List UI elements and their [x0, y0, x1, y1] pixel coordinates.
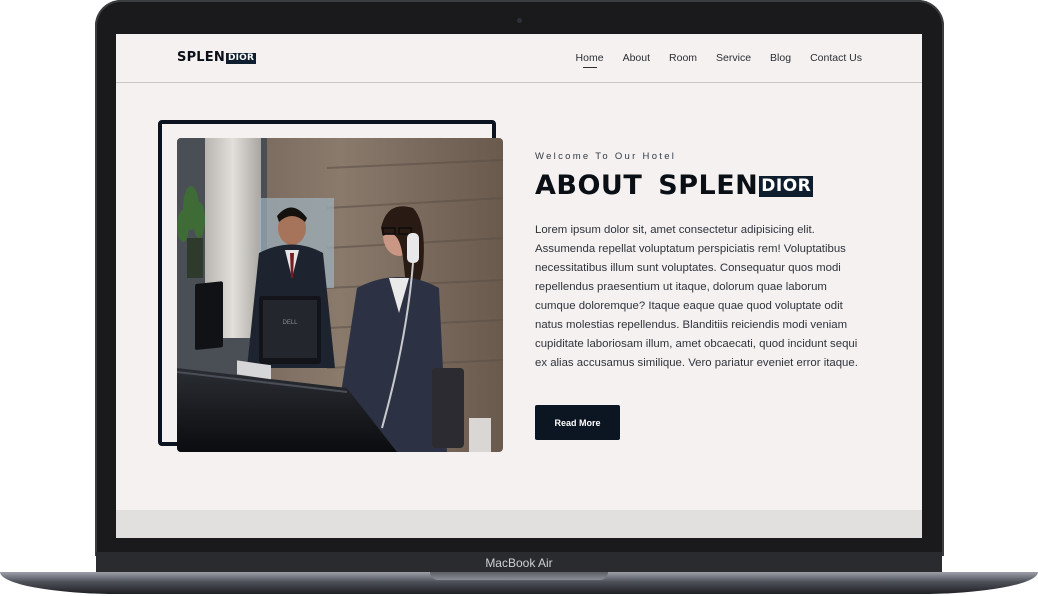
logo-text: SPLEN — [177, 50, 225, 65]
heading-word-splen: SPLEN — [658, 170, 759, 201]
navbar: SPLEN DIOR Home About Room Service Blog C… — [116, 34, 922, 83]
site-logo[interactable]: SPLEN DIOR — [177, 50, 257, 65]
about-paragraph: Lorem ipsum dolor sit, amet consectetur … — [535, 224, 858, 369]
svg-text:DELL: DELL — [282, 320, 298, 326]
nav-home[interactable]: Home — [576, 52, 604, 68]
logo-badge: DIOR — [225, 53, 257, 64]
heading-badge-dior: DIOR — [759, 176, 814, 197]
device-label: MacBook Air — [485, 556, 553, 570]
nav-about[interactable]: About — [623, 52, 650, 64]
nav-room[interactable]: Room — [669, 52, 697, 64]
main-nav: Home About Room Service Blog Contact Us — [576, 52, 862, 68]
next-section-band — [116, 510, 922, 538]
laptop-mockup: SPLEN DIOR Home About Room Service Blog C… — [0, 0, 1038, 596]
read-more-button[interactable]: Read More — [535, 405, 620, 440]
nav-service[interactable]: Service — [716, 52, 751, 64]
laptop-notch — [430, 572, 608, 580]
about-heading: ABOUT SPLEN DIOR — [535, 170, 814, 201]
about-eyebrow: Welcome To Our Hotel — [535, 151, 677, 162]
webcam — [517, 18, 522, 23]
laptop-screen: SPLEN DIOR Home About Room Service Blog C… — [116, 34, 922, 538]
heading-word-about: ABOUT — [535, 170, 643, 201]
nav-blog[interactable]: Blog — [770, 52, 791, 64]
nav-contact-us[interactable]: Contact Us — [810, 52, 862, 64]
hotel-reception-photo: DELL — [177, 138, 503, 452]
